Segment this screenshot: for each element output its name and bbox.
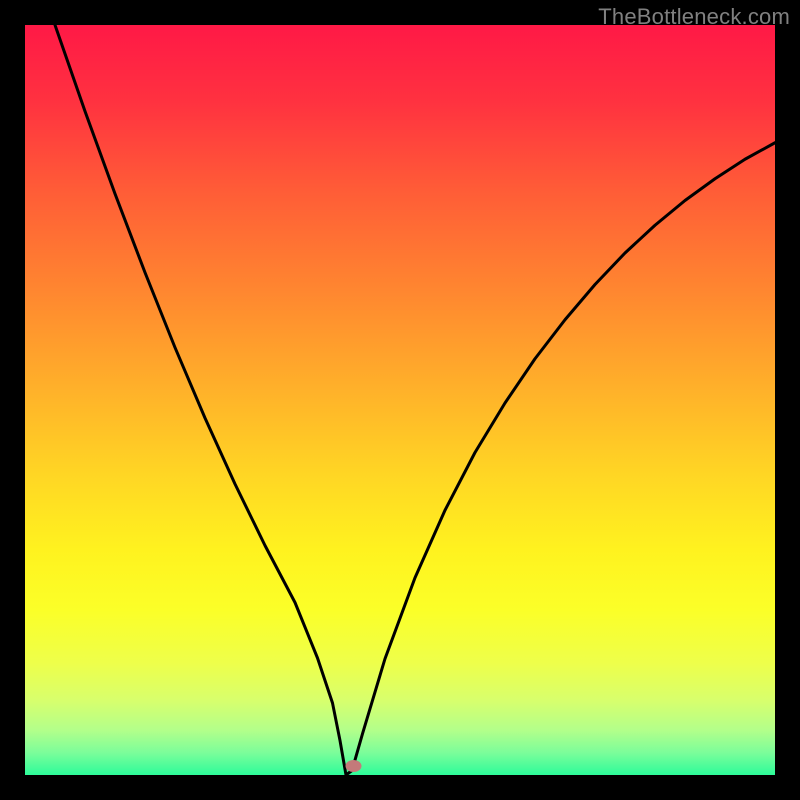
gradient-background bbox=[25, 25, 775, 775]
chart-plot bbox=[25, 25, 775, 775]
minimum-marker bbox=[346, 760, 362, 772]
chart-svg bbox=[25, 25, 775, 775]
chart-frame: TheBottleneck.com bbox=[0, 0, 800, 800]
